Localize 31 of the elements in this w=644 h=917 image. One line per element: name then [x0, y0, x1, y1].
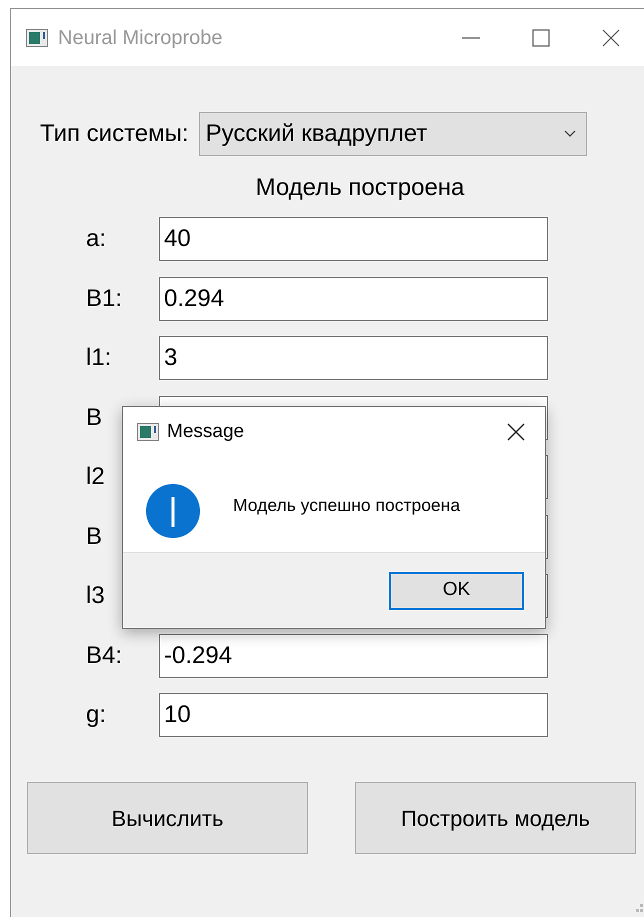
status-label: Модель построена — [256, 173, 464, 203]
dialog-message: Модель успешно построена — [233, 494, 460, 517]
field-label: l1: — [86, 343, 112, 373]
resize-grip-icon[interactable] — [636, 904, 644, 914]
chevron-down-icon — [564, 130, 576, 138]
field-label: g: — [86, 700, 106, 730]
input-field[interactable]: 0.294 — [159, 276, 548, 320]
maximize-icon[interactable] — [531, 28, 551, 48]
field-label: a: — [86, 224, 106, 254]
info-icon — [145, 483, 201, 539]
ok-button[interactable]: OK — [389, 572, 524, 610]
app-icon — [137, 423, 159, 441]
input-field[interactable]: 10 — [159, 693, 548, 737]
action-button[interactable]: Построить модель — [355, 782, 636, 854]
input-field[interactable]: -0.294 — [159, 634, 548, 678]
close-icon[interactable] — [507, 423, 525, 441]
field-label: l2 — [86, 462, 105, 492]
field-label: B — [86, 522, 102, 552]
system-type-label: Тип системы: — [40, 119, 189, 149]
field-label: B1: — [86, 284, 122, 314]
input-field[interactable]: 40 — [159, 217, 548, 261]
input-field[interactable]: 3 — [159, 336, 548, 380]
field-label: B4: — [86, 640, 122, 670]
window-title: Neural Microprobe — [58, 26, 223, 50]
field-label: B — [86, 402, 102, 432]
system-type-dropdown[interactable]: Русский квадруплет — [198, 112, 587, 156]
field-label: l3 — [86, 581, 105, 611]
dialog-title: Message — [167, 420, 244, 444]
app-icon — [26, 28, 48, 46]
action-button[interactable]: Вычислить — [27, 782, 308, 854]
close-icon[interactable] — [601, 28, 621, 48]
